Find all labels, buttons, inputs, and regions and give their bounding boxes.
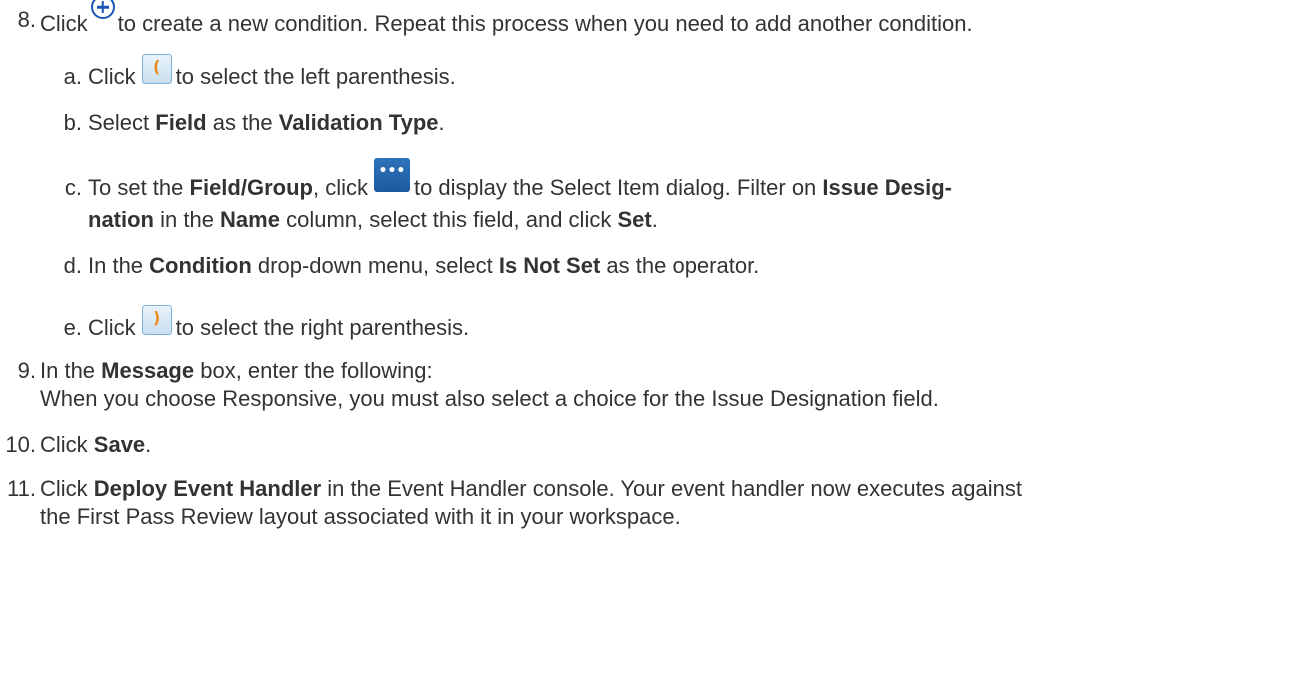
step-text: to display the Select Item dialog. Filte…	[413, 175, 823, 200]
step-number: 8.	[17, 7, 36, 32]
left-parenthesis-button-icon: (	[141, 54, 172, 84]
step-text: In the	[88, 253, 150, 278]
step-number: 10.	[5, 432, 36, 457]
step-text: in the Event Handler console. Your event…	[321, 476, 1022, 501]
term-issue-designation-cont: nation	[88, 207, 154, 232]
step-text: Click	[88, 64, 136, 89]
step-text: .	[145, 432, 152, 457]
term-field: Field	[155, 110, 207, 135]
step-text: Click	[40, 476, 94, 501]
step-text: in the	[154, 207, 221, 232]
step-text: .	[438, 110, 445, 135]
step-text: column, select this field, and click	[279, 207, 618, 232]
term-condition: Condition	[149, 253, 252, 278]
term-message: Message	[101, 358, 195, 383]
right-parenthesis-button-icon: )	[141, 305, 172, 335]
step-text: To set the	[88, 175, 190, 200]
term-issue-designation: Issue Desig-	[822, 175, 953, 200]
step-text: box, enter the following:	[194, 358, 433, 383]
step-11-line-2: the First Pass Review layout associated …	[40, 504, 681, 529]
step-text: Click	[40, 11, 88, 36]
step-number: b.	[63, 110, 82, 135]
step-text: , click	[312, 175, 368, 200]
message-text: When you choose Responsive, you must als…	[40, 386, 939, 411]
step-text: as the operator.	[600, 253, 760, 278]
step-text: to create a new condition. Repeat this p…	[117, 11, 973, 36]
term-field-group: Field/Group	[189, 175, 313, 200]
term-validation-type: Validation Type	[278, 110, 439, 135]
term-deploy-event-handler: Deploy Event Handler	[93, 476, 322, 501]
step-number: c.	[64, 175, 82, 200]
term-save: Save	[93, 432, 146, 457]
step-number: d.	[63, 253, 82, 278]
term-name: Name	[220, 207, 280, 232]
step-text: drop-down menu, select	[251, 253, 499, 278]
term-set: Set	[617, 207, 652, 232]
step-text: .	[651, 207, 658, 232]
step-number: e.	[63, 315, 82, 340]
step-text: Click	[40, 432, 94, 457]
step-text: to select the right parenthesis.	[175, 315, 470, 340]
step-number: 9.	[17, 358, 36, 383]
step-number: a.	[63, 64, 82, 89]
add-condition-icon	[90, 0, 115, 19]
step-number: 11.	[7, 476, 36, 501]
step-text: Click	[88, 315, 136, 340]
step-text: as the	[206, 110, 279, 135]
ellipsis-button-icon: •••	[373, 158, 410, 192]
step-text: to select the left parenthesis.	[175, 64, 456, 89]
term-is-not-set: Is Not Set	[498, 253, 601, 278]
step-text: Select	[88, 110, 156, 135]
step-text: In the	[40, 358, 102, 383]
step-8c-line-2: nation in the Name column, select this f…	[88, 207, 658, 233]
